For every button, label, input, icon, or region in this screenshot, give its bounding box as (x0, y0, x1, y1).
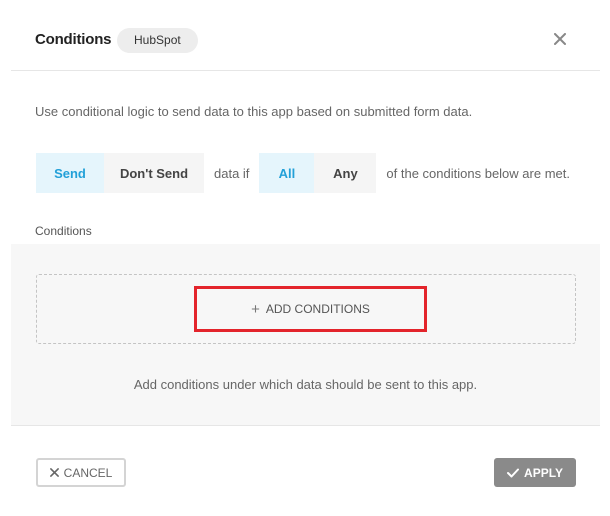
dont-send-option[interactable]: Don't Send (104, 153, 204, 193)
conditions-section-label: Conditions (35, 224, 92, 238)
apply-label: APPLY (524, 465, 563, 480)
all-option[interactable]: All (259, 153, 315, 193)
apply-button[interactable]: APPLY (494, 458, 576, 487)
modal-title: Conditions (35, 31, 112, 48)
app-badge: HubSpot (117, 28, 198, 53)
conditions-modal: Conditions HubSpot Use conditional logic… (11, 0, 600, 516)
modal-header: Conditions HubSpot (11, 0, 600, 71)
any-option[interactable]: Any (314, 153, 377, 193)
add-conditions-label: ADD CONDITIONS (265, 302, 370, 316)
empty-conditions-hint: Add conditions under which data should b… (133, 377, 478, 392)
x-icon (49, 468, 59, 477)
send-option[interactable]: Send (36, 153, 104, 193)
conditions-dropzone: + ADD CONDITIONS (36, 274, 576, 344)
cancel-label: CANCEL (63, 465, 113, 480)
check-icon (507, 468, 520, 478)
modal-description: Use conditional logic to send data to th… (35, 104, 473, 119)
close-button[interactable] (549, 28, 571, 50)
logic-row: Send Don't Send data if All Any of the c… (36, 153, 570, 193)
tail-text: of the conditions below are met. (386, 165, 570, 181)
modal-footer: CANCEL APPLY (11, 427, 600, 516)
close-icon (554, 33, 566, 45)
plus-icon: + (251, 300, 260, 318)
connector-text: data if (214, 165, 250, 181)
add-conditions-button[interactable]: + ADD CONDITIONS (194, 286, 427, 332)
cancel-button[interactable]: CANCEL (36, 458, 126, 487)
conditions-area: + ADD CONDITIONS Add conditions under wh… (11, 244, 600, 426)
